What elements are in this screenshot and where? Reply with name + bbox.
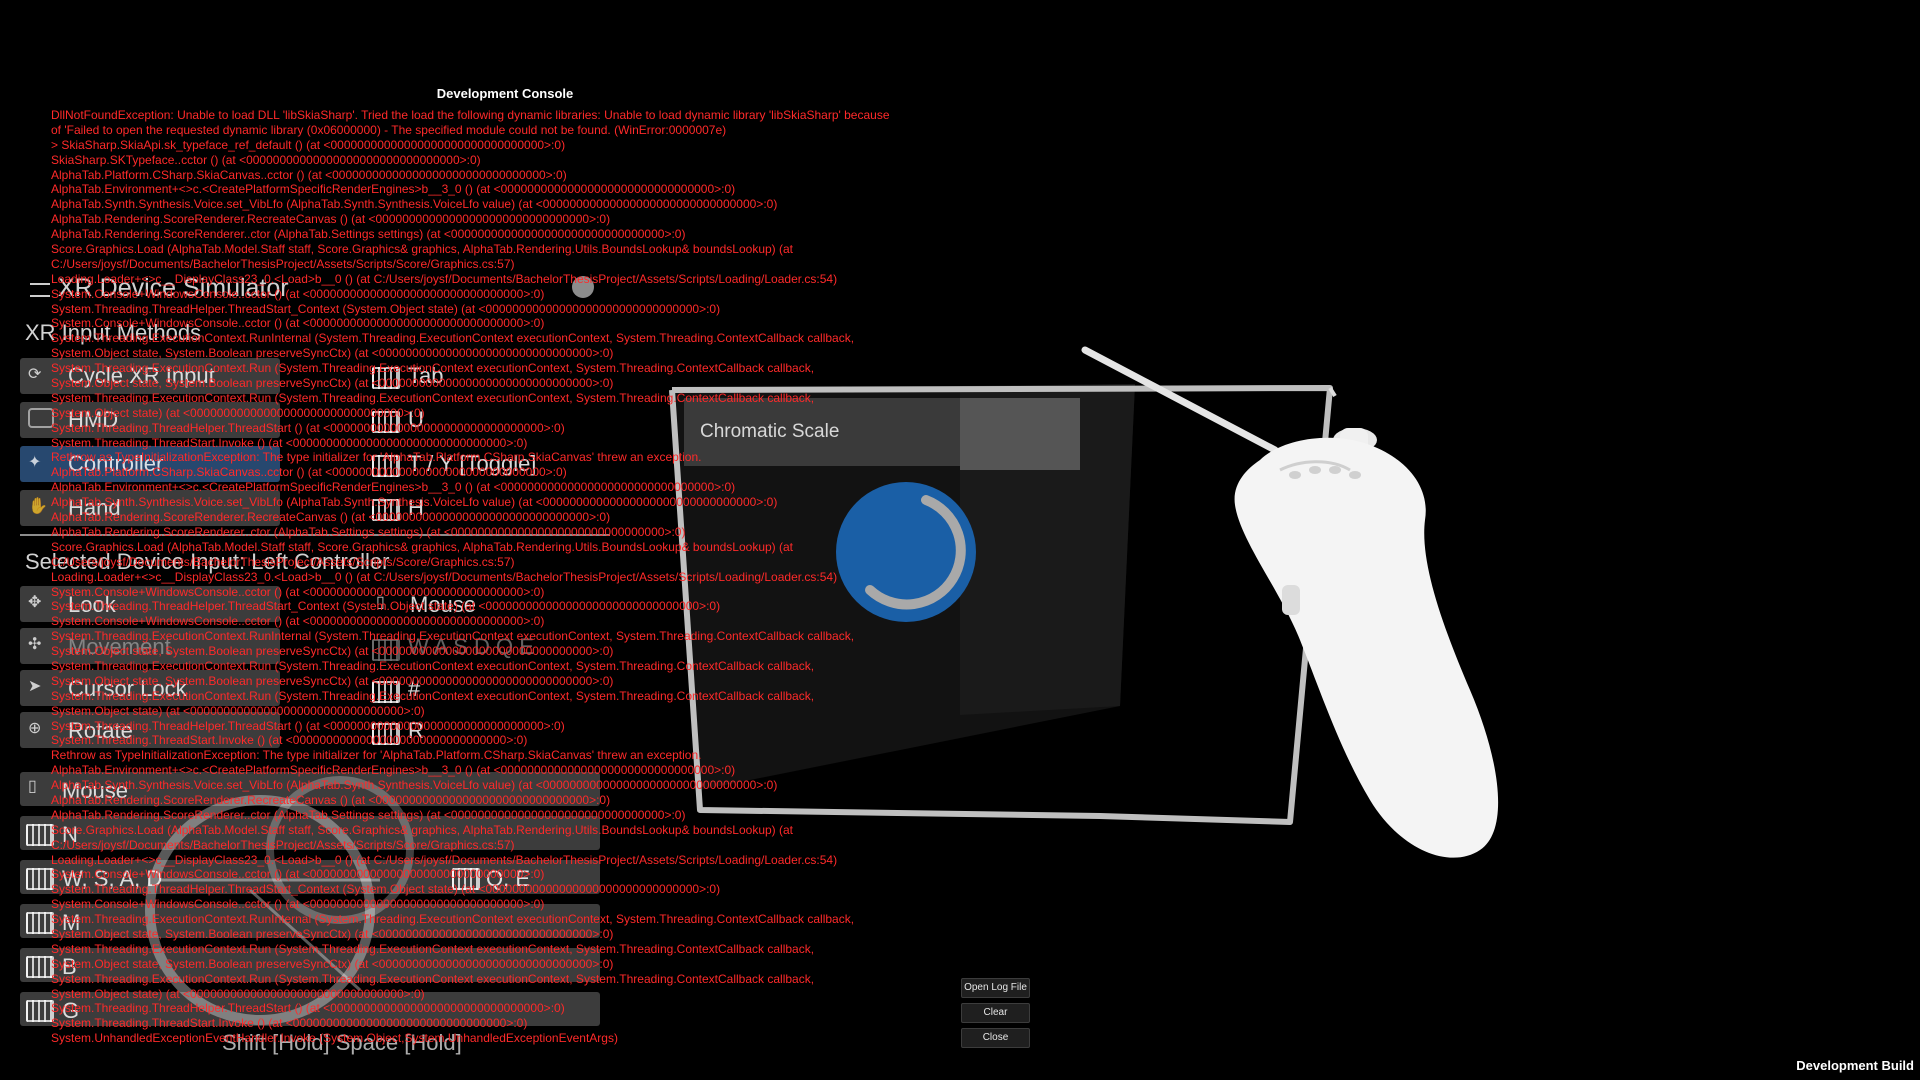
console-log-line: System.Object state, System.Boolean pres… [51,926,614,941]
console-log-line: AlphaTab.Rendering.ScoreRenderer..ctor (… [51,524,686,539]
keyboard-icon [26,956,54,978]
console-log-line: System.Object state, System.Boolean pres… [51,376,614,391]
keyboard-icon [26,868,54,890]
console-log-line: Score.Graphics.Load (AlphaTab.Model.Staf… [51,822,793,837]
vr-controller-model [1234,428,1499,858]
open-log-file-button[interactable]: Open Log File [961,978,1030,998]
console-title: Development Console [436,86,574,101]
console-log-line: System.Object state) (at <00000000000000… [51,405,425,420]
console-log-line: System.Threading.ThreadStart.Invoke () (… [51,733,528,748]
console-log-line: of 'Failed to open the requested dynamic… [51,122,727,137]
console-log-line: AlphaTab.Rendering.ScoreRenderer..ctor (… [51,227,686,242]
console-log-line: System.Console+WindowsConsole..cctor () … [51,286,545,301]
console-log-line: System.Threading.ThreadHelper.ThreadStar… [51,1001,565,1016]
console-log-line: Loading.Loader+<>c__DisplayClass23_0.<Lo… [51,569,838,584]
console-log-line: System.Console+WindowsConsole..cctor () … [51,614,545,629]
console-log-line: AlphaTab.Rendering.ScoreRenderer.Recreat… [51,510,611,525]
console-log-line: System.Console+WindowsConsole..cctor () … [51,867,545,882]
console-log-line: System.Threading.ExecutionContext.Run (S… [51,941,815,956]
console-log-line: System.Threading.ExecutionContext.Run (S… [51,390,815,405]
console-log-line: System.Object state, System.Boolean pres… [51,346,614,361]
console-log-line: AlphaTab.Environment+<>c.<CreatePlatform… [51,763,736,778]
console-log-line: System.Threading.ThreadHelper.ThreadStar… [51,599,721,614]
console-log-line: System.Threading.ThreadHelper.ThreadStar… [51,718,565,733]
console-log-line: C:/Users/joysf/Documents/BachelorThesisP… [51,256,515,271]
keyboard-icon [26,1000,54,1022]
keyboard-icon [26,824,54,846]
console-log-line: AlphaTab.Rendering.ScoreRenderer.Recreat… [51,792,611,807]
console-log-line: AlphaTab.Rendering.ScoreRenderer..ctor (… [51,807,686,822]
console-log-line: Rethrow as TypeInitializationException: … [51,450,702,465]
close-button[interactable]: Close [961,1028,1030,1048]
console-log: DllNotFoundException: Unable to load DLL… [51,108,971,1046]
console-log-line: System.Object state) (at <00000000000000… [51,986,425,1001]
console-log-line: System.Console+WindowsConsole..cctor () … [51,897,545,912]
hamburger-icon[interactable] [30,283,50,297]
console-log-line: AlphaTab.Environment+<>c.<CreatePlatform… [51,480,736,495]
console-log-line: System.UnhandledExceptionEventHandler.In… [51,1031,618,1046]
console-log-line: System.Threading.ThreadStart.Invoke () (… [51,435,528,450]
console-log-line: System.Threading.ThreadHelper.ThreadStar… [51,882,721,897]
console-log-line: System.Threading.ExecutionContext.Run (S… [51,971,815,986]
console-log-line: AlphaTab.Environment+<>c.<CreatePlatform… [51,182,736,197]
console-log-line: Score.Graphics.Load (AlphaTab.Model.Staf… [51,539,793,554]
console-log-line: Loading.Loader+<>c__DisplayClass23_0.<Lo… [51,852,838,867]
console-log-line: SkiaSharp.SKTypeface..cctor () (at <0000… [51,152,481,167]
console-log-line: System.Threading.ExecutionContext.Run (S… [51,361,815,376]
console-log-line: System.Object state, System.Boolean pres… [51,644,614,659]
console-log-line: AlphaTab.Platform.CSharp.SkiaCanvas..cct… [51,167,567,182]
console-log-line: System.Object state, System.Boolean pres… [51,673,614,688]
console-log-line: System.Threading.ExecutionContext.RunInt… [51,912,855,927]
console-log-line: AlphaTab.Platform.CSharp.SkiaCanvas..cct… [51,465,567,480]
console-log-line: C:/Users/joysf/Documents/BachelorThesisP… [51,837,515,852]
console-log-line: DllNotFoundException: Unable to load DLL… [51,108,890,122]
console-log-line: AlphaTab.Synth.Synthesis.Voice.set_VibLf… [51,495,778,510]
console-log-line: AlphaTab.Synth.Synthesis.Voice.set_VibLf… [51,778,778,793]
console-log-line: AlphaTab.Synth.Synthesis.Voice.set_VibLf… [51,197,778,212]
development-build-label: Development Build [1796,1058,1914,1073]
console-log-line: System.Threading.ExecutionContext.RunInt… [51,629,855,644]
console-log-line: System.Threading.ExecutionContext.Run (S… [51,658,815,673]
keyboard-icon [26,912,54,934]
console-log-line: C:/Users/joysf/Documents/BachelorThesisP… [51,554,515,569]
console-log-line: System.Console+WindowsConsole..cctor () … [51,584,545,599]
console-log-line: System.Console+WindowsConsole..cctor () … [51,316,545,331]
console-log-line: System.Threading.ThreadStart.Invoke () (… [51,1016,528,1031]
console-log-line: Score.Graphics.Load (AlphaTab.Model.Staf… [51,242,793,257]
console-log-line: System.Threading.ExecutionContext.Run (S… [51,688,815,703]
console-log-line: Loading.Loader+<>c__DisplayClass23_0.<Lo… [51,271,838,286]
console-log-line: System.Threading.ThreadHelper.ThreadStar… [51,301,721,316]
console-log-line: AlphaTab.Rendering.ScoreRenderer.Recreat… [51,212,611,227]
console-log-line: System.Threading.ThreadHelper.ThreadStar… [51,420,565,435]
console-log-line: System.Object state, System.Boolean pres… [51,956,614,971]
console-log-line: System.Object state) (at <00000000000000… [51,703,425,718]
console-log-line: System.Threading.ExecutionContext.RunInt… [51,331,855,346]
console-log-line: Rethrow as TypeInitializationException: … [51,748,702,763]
clear-button[interactable]: Clear [961,1003,1030,1023]
console-log-line: > SkiaSharp.SkiaApi.sk_typeface_ref_defa… [51,137,566,152]
